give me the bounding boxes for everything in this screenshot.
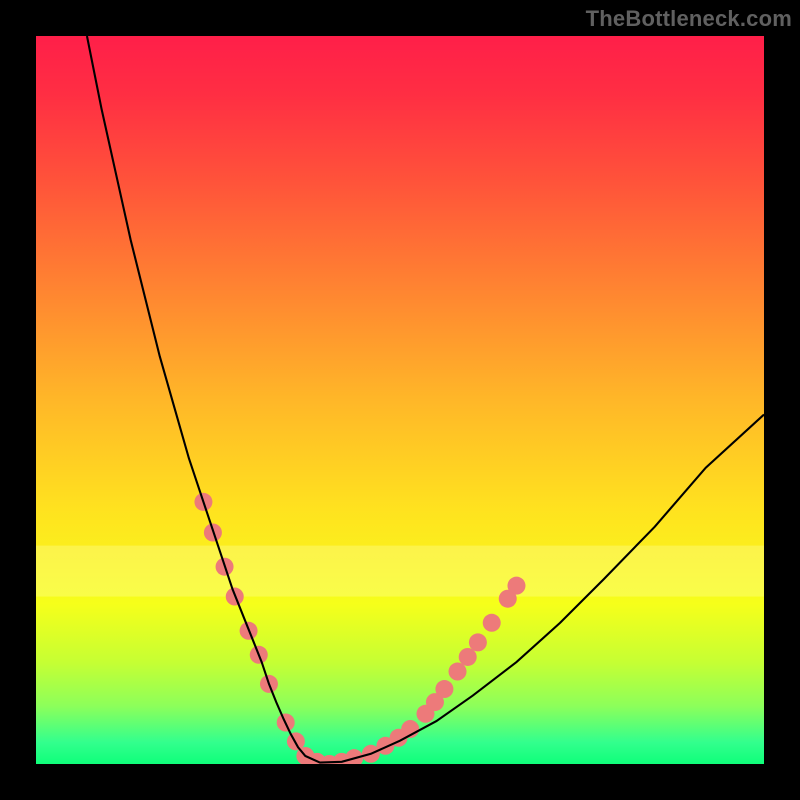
marker-dot xyxy=(459,648,477,666)
marker-dot xyxy=(483,614,501,632)
gradient-background xyxy=(36,36,764,764)
marker-dot xyxy=(469,633,487,651)
plot-area xyxy=(36,36,764,764)
chart-svg xyxy=(36,36,764,764)
watermark-text: TheBottleneck.com xyxy=(586,6,792,32)
marker-dot xyxy=(449,663,467,681)
chart-frame: TheBottleneck.com xyxy=(0,0,800,800)
pale-band xyxy=(36,546,764,597)
marker-dot xyxy=(507,577,525,595)
marker-dot xyxy=(435,680,453,698)
